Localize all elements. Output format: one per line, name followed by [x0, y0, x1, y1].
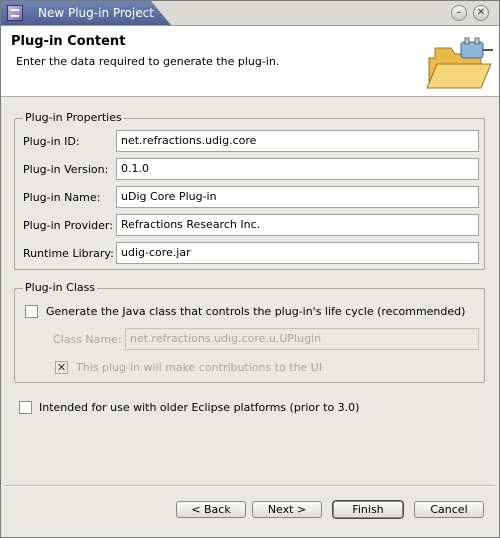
plugin-class-legend: Plug-in Class — [23, 281, 98, 294]
finish-button[interactable]: Finish — [333, 501, 403, 518]
plugin-properties-legend: Plug-in Properties — [23, 111, 124, 124]
page-title: Plug-in Content — [11, 34, 126, 49]
minimize-button[interactable]: – — [451, 5, 467, 21]
window-title: New Plug-in Project — [38, 6, 154, 20]
next-button[interactable]: Next > — [252, 501, 322, 518]
generate-class-checkbox[interactable] — [25, 305, 38, 318]
new-plugin-project-dialog: New Plug-in Project – ✕ Plug-in Content … — [0, 0, 500, 538]
back-button[interactable]: < Back — [176, 501, 246, 518]
plugin-id-field[interactable]: net.refractions.udig.core — [116, 130, 479, 152]
plugin-provider-label: Plug-in Provider: — [23, 219, 113, 232]
runtime-library-label: Runtime Library: — [23, 247, 114, 260]
plugin-name-field[interactable]: uDig Core Plug-in — [116, 186, 479, 208]
plugin-version-label: Plug-in Version: — [23, 163, 109, 176]
check-mark-icon: ✕ — [56, 361, 67, 374]
wizard-header: Plug-in Content Enter the data required … — [1, 26, 499, 97]
class-name-field[interactable]: net.refractions.udig.core.u.UPlugin — [125, 328, 479, 350]
class-name-label: Class Name: — [53, 333, 122, 346]
plugin-provider-field[interactable]: Refractions Research Inc. — [116, 214, 479, 236]
minimize-icon: – — [456, 7, 462, 18]
close-icon: ✕ — [476, 7, 486, 18]
plugin-id-label: Plug-in ID: — [23, 135, 80, 148]
close-window-button[interactable]: ✕ — [473, 5, 489, 21]
title-bar: New Plug-in Project – ✕ — [1, 1, 499, 26]
generate-class-label: Generate the Java class that controls th… — [46, 305, 466, 318]
page-description: Enter the data required to generate the … — [16, 55, 280, 68]
plugin-version-field[interactable]: 0.1.0 — [116, 158, 479, 180]
ui-contributions-checkbox[interactable]: ✕ — [55, 361, 68, 374]
button-bar-separator — [5, 485, 495, 487]
folder-plugin-icon — [426, 37, 493, 89]
cancel-button[interactable]: Cancel — [414, 501, 484, 518]
legacy-eclipse-label: Intended for use with older Eclipse plat… — [39, 401, 360, 414]
runtime-library-field[interactable]: udig-core.jar — [116, 242, 479, 264]
legacy-eclipse-checkbox[interactable] — [19, 401, 32, 414]
window-menu-icon[interactable] — [7, 5, 23, 21]
plugin-name-label: Plug-in Name: — [23, 191, 101, 204]
ui-contributions-label: This plug-in will make contributions to … — [76, 361, 323, 374]
